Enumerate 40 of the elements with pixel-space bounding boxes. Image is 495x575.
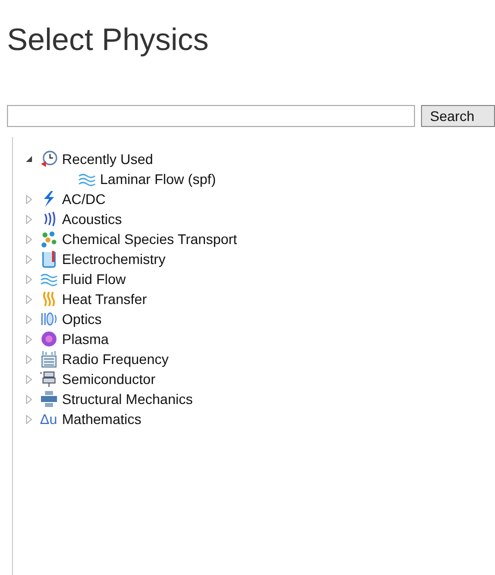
- collapse-arrow-icon[interactable]: [25, 155, 35, 163]
- tree-item[interactable]: Fluid Flow: [62, 271, 126, 287]
- delta-u-icon: Δu: [40, 411, 58, 427]
- lens-icon: [40, 310, 58, 328]
- expand-arrow-icon[interactable]: [25, 354, 35, 364]
- tree-item[interactable]: Semiconductor: [62, 371, 156, 387]
- tree-item[interactable]: Recently Used: [62, 151, 154, 167]
- tree-item[interactable]: Electrochemistry: [62, 251, 166, 267]
- expand-arrow-icon[interactable]: [25, 414, 35, 424]
- expand-arrow-icon[interactable]: [25, 394, 35, 404]
- expand-arrow-icon[interactable]: [25, 234, 35, 244]
- heat-waves-icon: [40, 290, 58, 308]
- sphere-icon: [40, 330, 58, 348]
- expand-arrow-icon[interactable]: [25, 294, 35, 304]
- tree-item[interactable]: Chemical Species Transport: [62, 231, 238, 247]
- expand-arrow-icon[interactable]: [25, 254, 35, 264]
- tree-item[interactable]: Optics: [62, 311, 102, 327]
- page-title: Select Physics: [6, 21, 210, 59]
- antenna-icon: [40, 350, 58, 368]
- tree-item[interactable]: Laminar Flow (spf): [100, 171, 216, 187]
- tree-item[interactable]: Heat Transfer: [62, 291, 147, 307]
- tree-item[interactable]: Mathematics: [62, 411, 142, 427]
- tree-item[interactable]: Acoustics: [62, 211, 122, 227]
- tree-item[interactable]: Structural Mechanics: [62, 391, 193, 407]
- search-button[interactable]: Search: [421, 105, 495, 127]
- expand-arrow-icon[interactable]: [25, 334, 35, 344]
- tree-item[interactable]: Plasma: [62, 331, 109, 347]
- expand-arrow-icon[interactable]: [25, 314, 35, 324]
- expand-arrow-icon[interactable]: [25, 194, 35, 204]
- molecules-icon: [40, 230, 58, 248]
- beaker-icon: [40, 250, 58, 268]
- tree-item[interactable]: AC/DC: [62, 191, 106, 207]
- search-field[interactable]: [7, 105, 415, 127]
- beam-icon: [40, 390, 58, 408]
- chip-icon: [40, 370, 58, 388]
- clock-icon: [40, 150, 58, 168]
- tree-item[interactable]: Radio Frequency: [62, 351, 169, 367]
- expand-arrow-icon[interactable]: [25, 374, 35, 384]
- expand-arrow-icon[interactable]: [25, 274, 35, 284]
- expand-arrow-icon[interactable]: [25, 214, 35, 224]
